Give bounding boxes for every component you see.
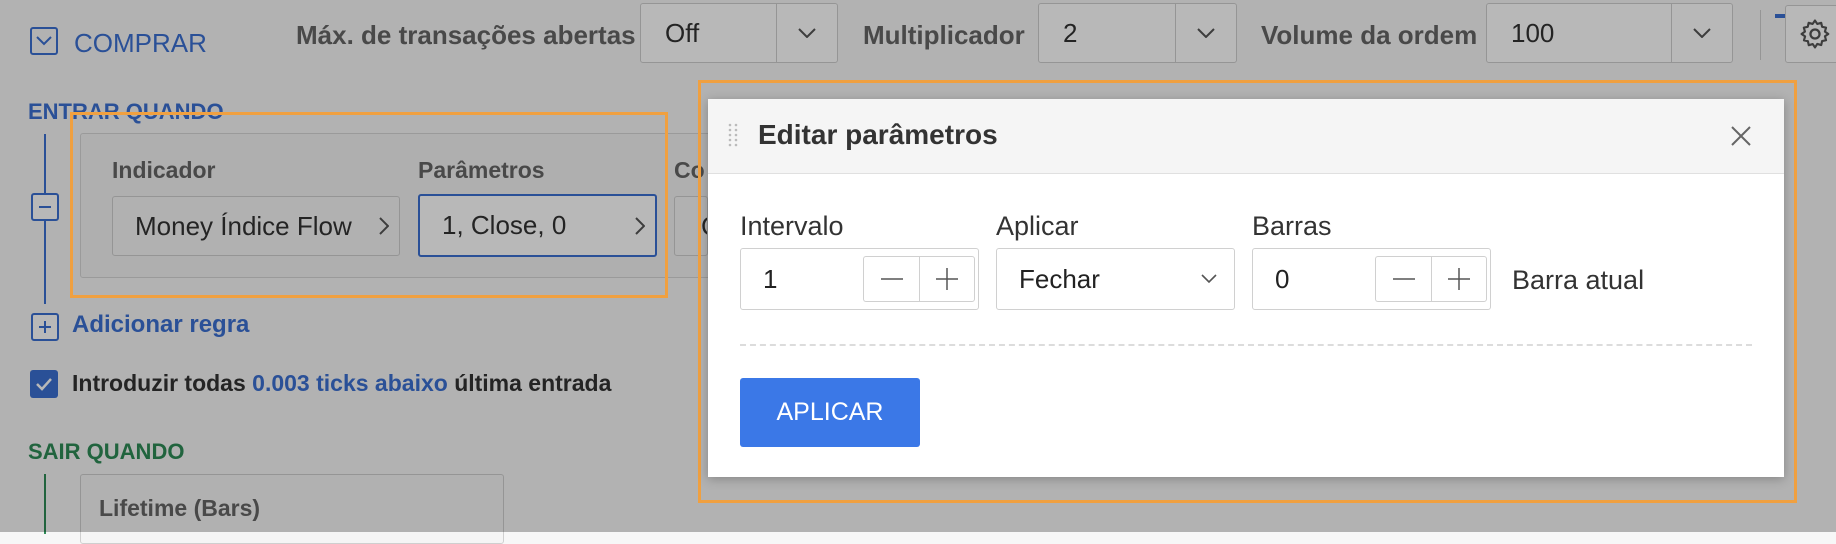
plus-icon [936, 268, 958, 290]
chevron-down-icon [1184, 274, 1234, 284]
bars-increment-button[interactable] [1431, 256, 1487, 302]
close-icon [1731, 126, 1751, 146]
apply-on-label: Aplicar [996, 211, 1079, 241]
minus-icon [1392, 278, 1415, 280]
interval-value[interactable]: 1 [741, 264, 863, 295]
minus-icon [880, 278, 903, 280]
bars-label: Barras [1252, 211, 1332, 241]
modal-header: Editar parâmetros [708, 99, 1784, 174]
bars-note: Barra atual [1512, 265, 1645, 295]
bars-stepper[interactable]: 0 [1252, 248, 1491, 310]
plus-icon [1448, 268, 1470, 290]
highlight-rule-box [70, 112, 668, 298]
drag-handle-icon[interactable] [728, 123, 738, 149]
apply-on-value: Fechar [1019, 263, 1100, 294]
modal-divider [740, 344, 1752, 346]
close-button[interactable] [1726, 121, 1756, 151]
bars-value[interactable]: 0 [1253, 264, 1375, 295]
interval-increment-button[interactable] [919, 256, 975, 302]
interval-decrement-button[interactable] [863, 256, 919, 302]
bars-decrement-button[interactable] [1375, 256, 1431, 302]
interval-label: Intervalo [740, 211, 844, 241]
interval-stepper[interactable]: 1 [740, 248, 979, 310]
modal-title: Editar parâmetros [758, 119, 998, 150]
apply-button[interactable]: APLICAR [740, 378, 920, 447]
edit-params-modal: Editar parâmetros Intervalo 1 Aplicar Fe… [708, 99, 1784, 477]
apply-on-select[interactable]: Fechar [996, 248, 1235, 310]
